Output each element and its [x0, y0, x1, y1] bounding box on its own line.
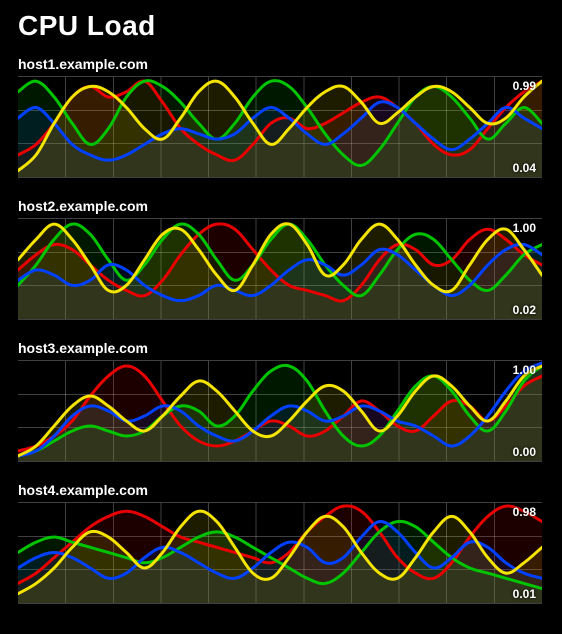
chart-panel: host4.example.com 0.98 0.01: [18, 482, 544, 604]
chart-panel: host2.example.com 1.00 0.02: [18, 198, 544, 320]
y-max-label: 1.00: [513, 221, 536, 235]
y-max-label: 0.98: [513, 505, 536, 519]
chart-plot: 1.00 0.00: [18, 360, 542, 462]
chart-panels: host1.example.com 0.99 0.04 host2.example.c…: [18, 56, 544, 604]
chart-title: host2.example.com: [18, 198, 544, 214]
y-max-label: 0.99: [513, 79, 536, 93]
page-title: CPU Load: [18, 10, 544, 42]
y-min-label: 0.04: [513, 161, 536, 175]
chart-plot: 1.00 0.02: [18, 218, 542, 320]
y-min-label: 0.02: [513, 303, 536, 317]
chart-title: host4.example.com: [18, 482, 544, 498]
chart-plot: 0.99 0.04: [18, 76, 542, 178]
y-min-label: 0.01: [513, 587, 536, 601]
y-min-label: 0.00: [513, 445, 536, 459]
chart-title: host3.example.com: [18, 340, 544, 356]
chart-title: host1.example.com: [18, 56, 544, 72]
chart-plot: 0.98 0.01: [18, 502, 542, 604]
y-max-label: 1.00: [513, 363, 536, 377]
chart-panel: host1.example.com 0.99 0.04: [18, 56, 544, 178]
chart-panel: host3.example.com 1.00 0.00: [18, 340, 544, 462]
